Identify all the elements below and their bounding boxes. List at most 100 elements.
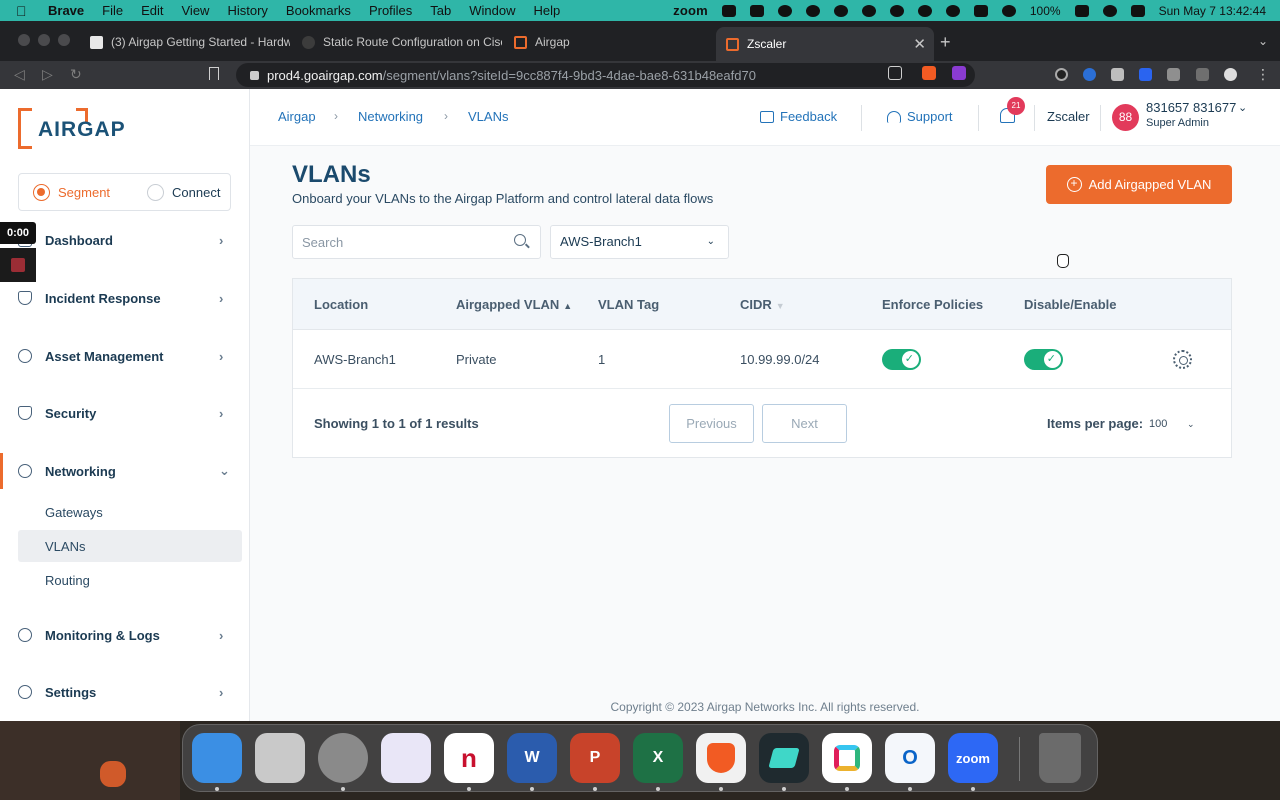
browser-menu-icon[interactable]: ⋮ bbox=[1256, 66, 1270, 83]
outlook-icon[interactable]: O bbox=[885, 733, 935, 783]
search-icon[interactable] bbox=[514, 234, 526, 246]
menu-app-name[interactable]: Brave bbox=[48, 3, 84, 18]
sidebar-subitem-routing[interactable]: Routing bbox=[18, 564, 242, 596]
airgap-logo[interactable]: AIRGAP bbox=[18, 108, 125, 149]
battery-icon[interactable] bbox=[1074, 4, 1089, 17]
vpn-status-icon[interactable] bbox=[805, 4, 820, 17]
menu-edit[interactable]: Edit bbox=[141, 3, 163, 18]
mode-option-segment[interactable]: Segment bbox=[33, 183, 110, 201]
tab-static-route-config[interactable]: Static Route Configuration on Cisco bbox=[292, 27, 502, 57]
sidebar-item-incident-response[interactable]: Incident Response › bbox=[0, 280, 249, 316]
sidebar-item-networking[interactable]: Networking ⌄ bbox=[0, 453, 249, 489]
menu-view[interactable]: View bbox=[182, 3, 210, 18]
forward-arrow-icon[interactable]: ▷ bbox=[42, 66, 53, 83]
sidebar-subitem-vlans[interactable]: VLANs bbox=[18, 530, 242, 562]
menu-history[interactable]: History bbox=[227, 3, 267, 18]
minimize-window-button[interactable] bbox=[38, 34, 50, 46]
launchpad-icon[interactable] bbox=[255, 733, 305, 783]
brave-shields-icon[interactable] bbox=[922, 66, 936, 80]
address-bar[interactable]: prod4.goairgap.com /segment/vlans?siteId… bbox=[236, 63, 975, 87]
column-header-cidr[interactable]: CIDR ▼ bbox=[740, 297, 785, 312]
extension-icon[interactable] bbox=[1055, 68, 1068, 81]
powerpoint-icon[interactable]: P bbox=[570, 733, 620, 783]
enforce-policies-toggle[interactable]: ✓ bbox=[882, 349, 921, 370]
puzzle-extensions-icon[interactable] bbox=[1167, 68, 1180, 81]
chevron-down-icon[interactable]: ⌄ bbox=[1187, 419, 1195, 430]
close-window-button[interactable] bbox=[18, 34, 30, 46]
trash-icon[interactable] bbox=[1039, 733, 1081, 783]
tab-zscaler[interactable]: Zscaler ✕ bbox=[716, 27, 934, 61]
screenshot-extension-icon[interactable] bbox=[1111, 68, 1124, 81]
zoom-app-icon[interactable]: zoom bbox=[948, 733, 998, 783]
tab-search-chevron-icon[interactable]: ⌄ bbox=[1258, 34, 1268, 48]
brave-rewards-icon[interactable] bbox=[952, 66, 966, 80]
sort-icon[interactable]: ▼ bbox=[776, 301, 785, 311]
organization-name[interactable]: Zscaler bbox=[1047, 109, 1090, 124]
menu-bookmarks[interactable]: Bookmarks bbox=[286, 3, 351, 18]
wifi-icon[interactable] bbox=[1102, 4, 1117, 17]
items-per-page-select[interactable]: 100 bbox=[1149, 418, 1167, 430]
previous-page-button[interactable]: Previous bbox=[669, 404, 754, 443]
lock-icon[interactable] bbox=[250, 70, 259, 80]
sidebar-item-monitoring-logs[interactable]: Monitoring & Logs › bbox=[0, 617, 249, 653]
breadcrumb-airgap[interactable]: Airgap bbox=[278, 109, 316, 124]
user-name[interactable]: 831657 831677 bbox=[1146, 100, 1236, 115]
close-tab-icon[interactable]: ✕ bbox=[913, 35, 926, 53]
radio-unselected-icon[interactable] bbox=[147, 183, 165, 201]
bookmark-icon[interactable] bbox=[209, 67, 219, 80]
download-icon[interactable] bbox=[1196, 68, 1209, 81]
cloud-status-icon[interactable] bbox=[861, 4, 876, 17]
feedback-link[interactable]: Feedback bbox=[760, 109, 837, 124]
mirage-app-icon[interactable] bbox=[759, 733, 809, 783]
zoom-status-icon[interactable]: zoom bbox=[673, 3, 708, 18]
reload-icon[interactable]: ↻ bbox=[70, 66, 82, 83]
grammarly-status-icon[interactable] bbox=[1001, 4, 1016, 17]
sidebar-item-settings[interactable]: Settings › bbox=[0, 674, 249, 710]
sidebar-item-asset-management[interactable]: Asset Management › bbox=[0, 338, 249, 374]
audio-status-icon[interactable] bbox=[945, 4, 960, 17]
xbrowser-extension-icon[interactable] bbox=[1139, 68, 1152, 81]
menu-window[interactable]: Window bbox=[469, 3, 515, 18]
system-settings-icon[interactable] bbox=[318, 733, 368, 783]
tab-airgap-getting-started[interactable]: (3) Airgap Getting Started - Hardwa bbox=[80, 27, 290, 57]
gear-status-icon[interactable] bbox=[833, 4, 848, 17]
control-center-icon[interactable] bbox=[1130, 4, 1145, 17]
menu-file[interactable]: File bbox=[102, 3, 123, 18]
search-input[interactable] bbox=[293, 226, 503, 258]
breadcrumb-networking[interactable]: Networking bbox=[358, 109, 423, 124]
menu-help[interactable]: Help bbox=[534, 3, 561, 18]
notion-app-icon[interactable]: n bbox=[444, 733, 494, 783]
menu-profiles[interactable]: Profiles bbox=[369, 3, 412, 18]
recorder-stop-button[interactable] bbox=[0, 248, 36, 282]
enable-vlan-toggle[interactable]: ✓ bbox=[1024, 349, 1063, 370]
new-tab-icon[interactable]: + bbox=[940, 32, 951, 53]
radio-selected-icon[interactable] bbox=[33, 183, 50, 201]
profile-avatar-icon[interactable] bbox=[1224, 68, 1237, 81]
chevron-down-icon[interactable]: ⌄ bbox=[1238, 101, 1247, 114]
finder-icon[interactable] bbox=[192, 733, 242, 783]
column-header-location[interactable]: Location bbox=[314, 297, 368, 312]
prisma-access-icon[interactable] bbox=[381, 733, 431, 783]
next-page-button[interactable]: Next bbox=[762, 404, 847, 443]
sidebar-item-dashboard[interactable]: Dashboard › bbox=[0, 222, 249, 258]
apple-menu-icon[interactable]:  bbox=[16, 3, 36, 19]
skype-status-icon[interactable] bbox=[721, 4, 736, 17]
brave-browser-icon[interactable] bbox=[696, 733, 746, 783]
cloud-sync-status-icon[interactable] bbox=[889, 4, 904, 17]
sidebar-subitem-gateways[interactable]: Gateways bbox=[18, 496, 242, 528]
share-icon[interactable] bbox=[888, 66, 902, 80]
onepassword-extension-icon[interactable] bbox=[1083, 68, 1096, 81]
mode-option-connect[interactable]: Connect bbox=[147, 183, 220, 201]
avatar[interactable]: 88 bbox=[1112, 104, 1139, 131]
breadcrumb-vlans[interactable]: VLANs bbox=[468, 109, 508, 124]
column-header-airgapped-vlan[interactable]: Airgapped VLAN ▲ bbox=[456, 297, 572, 312]
menu-tab[interactable]: Tab bbox=[430, 3, 451, 18]
add-airgapped-vlan-button[interactable]: + Add Airgapped VLAN bbox=[1046, 165, 1232, 204]
clock[interactable]: Sun May 7 13:42:44 bbox=[1159, 4, 1266, 18]
table-row[interactable]: AWS-Branch1 Private 1 10.99.99.0/24 ✓ ✓ bbox=[293, 330, 1231, 389]
onepassword-status-icon[interactable] bbox=[777, 4, 792, 17]
stats-status-icon[interactable] bbox=[749, 4, 764, 17]
display-status-icon[interactable] bbox=[973, 4, 988, 17]
column-header-vlan-tag[interactable]: VLAN Tag bbox=[598, 297, 659, 312]
excel-icon[interactable]: X bbox=[633, 733, 683, 783]
